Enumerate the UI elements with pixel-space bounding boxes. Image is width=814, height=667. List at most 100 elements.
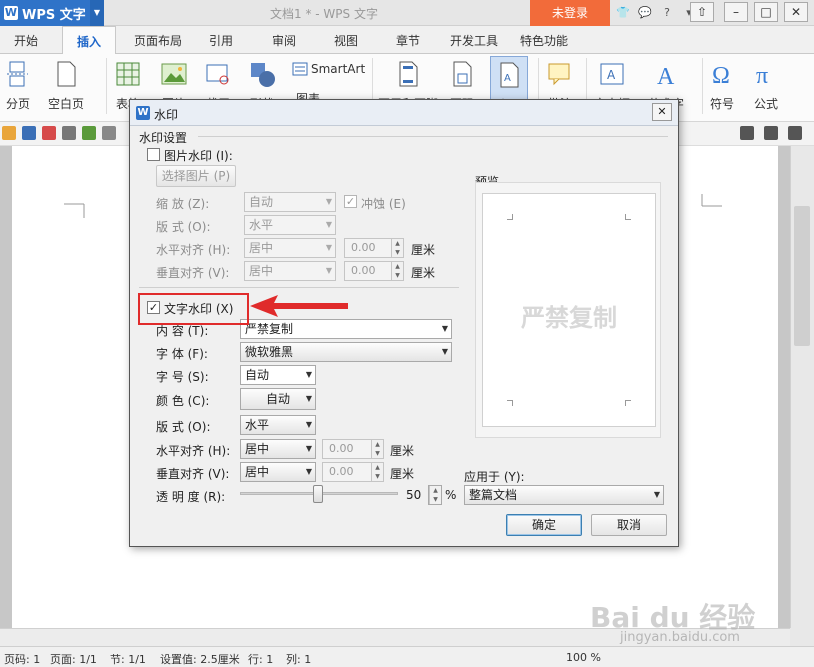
- close-button[interactable]: ✕: [784, 2, 808, 22]
- svg-text:A: A: [657, 64, 675, 88]
- smartart-button[interactable]: SmartArt: [292, 62, 365, 76]
- help-icon[interactable]: ?: [658, 3, 676, 23]
- app-menu-button[interactable]: W WPS 文字 ▼: [0, 0, 104, 26]
- page-break-button[interactable]: 分页: [4, 60, 32, 112]
- open-icon[interactable]: [2, 126, 16, 140]
- tab-home[interactable]: 开始: [14, 32, 38, 49]
- minimize-button[interactable]: –: [724, 2, 748, 22]
- blank-page-button[interactable]: 空白页: [48, 60, 84, 112]
- layout-label-text: 版 式 (O):: [156, 420, 211, 434]
- transparency-label: 透 明 度 (R):: [156, 490, 226, 504]
- picture-watermark-label: 图片水印 (I):: [164, 149, 233, 163]
- layout-select-picture[interactable]: 水平: [244, 215, 336, 235]
- size-select[interactable]: 自动: [240, 365, 316, 385]
- scale-select[interactable]: 自动: [244, 192, 336, 212]
- settings-icon[interactable]: [788, 126, 802, 140]
- tab-insert[interactable]: 插入: [62, 26, 117, 55]
- unit-label: 厘米: [390, 467, 415, 481]
- watermark-icon: A: [500, 62, 519, 88]
- halign-offset-text[interactable]: 0.00 ▲ ▼: [322, 439, 384, 459]
- transparency-value: 50: [406, 488, 422, 502]
- washout-label: 冲蚀 (E): [361, 197, 406, 211]
- apply-to-select[interactable]: 整篇文档: [464, 485, 664, 505]
- baidu-url: jingyan.baidu.com: [620, 630, 740, 645]
- svg-text:Ω: Ω: [712, 63, 730, 88]
- preview-icon[interactable]: [82, 126, 96, 140]
- print-icon[interactable]: [62, 126, 76, 140]
- status-pages: 页面: 1/1: [50, 653, 97, 666]
- font-select[interactable]: 微软雅黑: [240, 342, 452, 362]
- color-select[interactable]: 自动: [240, 388, 316, 410]
- percent-label: %: [445, 488, 457, 502]
- transparency-spinner[interactable]: ▲ ▼: [428, 485, 442, 505]
- unit-label: 厘米: [390, 444, 415, 458]
- picture-watermark-checkbox[interactable]: [147, 148, 160, 161]
- maximize-button[interactable]: □: [754, 2, 778, 22]
- font-label: 字 体 (F):: [156, 347, 208, 361]
- unit-label: 厘米: [411, 243, 436, 257]
- tab-references[interactable]: 引用: [209, 32, 233, 49]
- scale-label: 缩 放 (Z):: [156, 197, 210, 211]
- color-label: 颜 色 (C):: [156, 394, 210, 408]
- ok-button[interactable]: 确定: [506, 514, 582, 536]
- transparency-slider-thumb[interactable]: [313, 485, 323, 503]
- ribbon-tabs: 开始 插入 页面布局 引用 审阅 视图 章节 开发工具 特色功能: [0, 26, 814, 55]
- tab-view[interactable]: 视图: [334, 32, 358, 49]
- wordart-icon: A: [657, 64, 675, 90]
- size-label: 字 号 (S):: [156, 370, 209, 384]
- scrollbar-thumb[interactable]: [794, 206, 810, 346]
- pdf-icon[interactable]: [42, 126, 56, 140]
- tab-chapter[interactable]: 章节: [396, 32, 420, 49]
- dialog-close-button[interactable]: ✕: [652, 103, 672, 121]
- chevron-down-icon[interactable]: ▼: [90, 0, 104, 26]
- svg-text:π: π: [756, 63, 768, 88]
- picture-icon: [161, 63, 187, 85]
- undo-icon[interactable]: [102, 126, 116, 140]
- halign-offset-picture[interactable]: 0.00 ▲ ▼: [344, 238, 404, 258]
- tab-page-layout[interactable]: 页面布局: [134, 32, 182, 49]
- chat-icon[interactable]: [764, 126, 778, 140]
- valign-select-picture[interactable]: 居中: [244, 261, 336, 281]
- restore-icon[interactable]: ⇧: [690, 2, 714, 22]
- dialog-title: 水印: [154, 108, 179, 122]
- comment-icon: [548, 63, 570, 86]
- status-bar: 页码: 1 页面: 1/1 节: 1/1 设置值: 2.5厘米 行: 1 列: …: [0, 646, 814, 667]
- valign-label-picture: 垂直对齐 (V):: [156, 266, 230, 280]
- shape-icon: [251, 63, 275, 87]
- status-row: 行: 1: [248, 653, 274, 666]
- status-col: 列: 1: [286, 653, 312, 666]
- halign-select-picture[interactable]: 居中: [244, 238, 336, 258]
- content-input[interactable]: 严禁复制: [240, 319, 452, 339]
- layout-select-text[interactable]: 水平: [240, 415, 316, 435]
- document-title: 文档1 * - WPS 文字: [270, 7, 378, 21]
- save-icon[interactable]: [22, 126, 36, 140]
- cancel-button[interactable]: 取消: [591, 514, 667, 536]
- halign-select-text[interactable]: 居中: [240, 439, 316, 459]
- app-name: WPS 文字: [22, 7, 86, 23]
- table-icon: [116, 62, 140, 86]
- wps-logo-icon: W: [136, 106, 150, 120]
- apply-to-label: 应用于 (Y):: [464, 470, 525, 484]
- login-button[interactable]: 未登录: [530, 0, 610, 26]
- tab-special[interactable]: 特色功能: [520, 32, 568, 49]
- page-break-icon: [7, 61, 28, 87]
- formula-button[interactable]: π 公式: [752, 60, 780, 112]
- select-picture-button[interactable]: 选择图片 (P): [156, 165, 236, 187]
- tab-developer[interactable]: 开发工具: [450, 32, 498, 49]
- halign-label-picture: 水平对齐 (H):: [156, 243, 231, 257]
- page-number-icon: [453, 61, 472, 87]
- skin-icon[interactable]: [740, 126, 754, 140]
- symbol-button[interactable]: Ω 符号: [708, 60, 736, 112]
- valign-select-text[interactable]: 居中: [240, 462, 316, 482]
- valign-offset-text[interactable]: 0.00 ▲ ▼: [322, 462, 384, 482]
- svg-text:A: A: [504, 73, 511, 84]
- valign-offset-picture[interactable]: 0.00 ▲ ▼: [344, 261, 404, 281]
- washout-checkbox[interactable]: ✓: [344, 195, 357, 208]
- vertical-scrollbar[interactable]: [790, 146, 814, 628]
- shirt-icon[interactable]: 👕: [614, 3, 632, 23]
- header-footer-icon: [399, 61, 418, 87]
- tab-review[interactable]: 审阅: [272, 32, 296, 49]
- title-bar: W WPS 文字 ▼ 文档1 * - WPS 文字 未登录 👕 💬 ? ▾ ⇧ …: [0, 0, 814, 26]
- chat-icon[interactable]: 💬: [636, 3, 654, 23]
- status-page-code: 页码: 1: [4, 653, 41, 666]
